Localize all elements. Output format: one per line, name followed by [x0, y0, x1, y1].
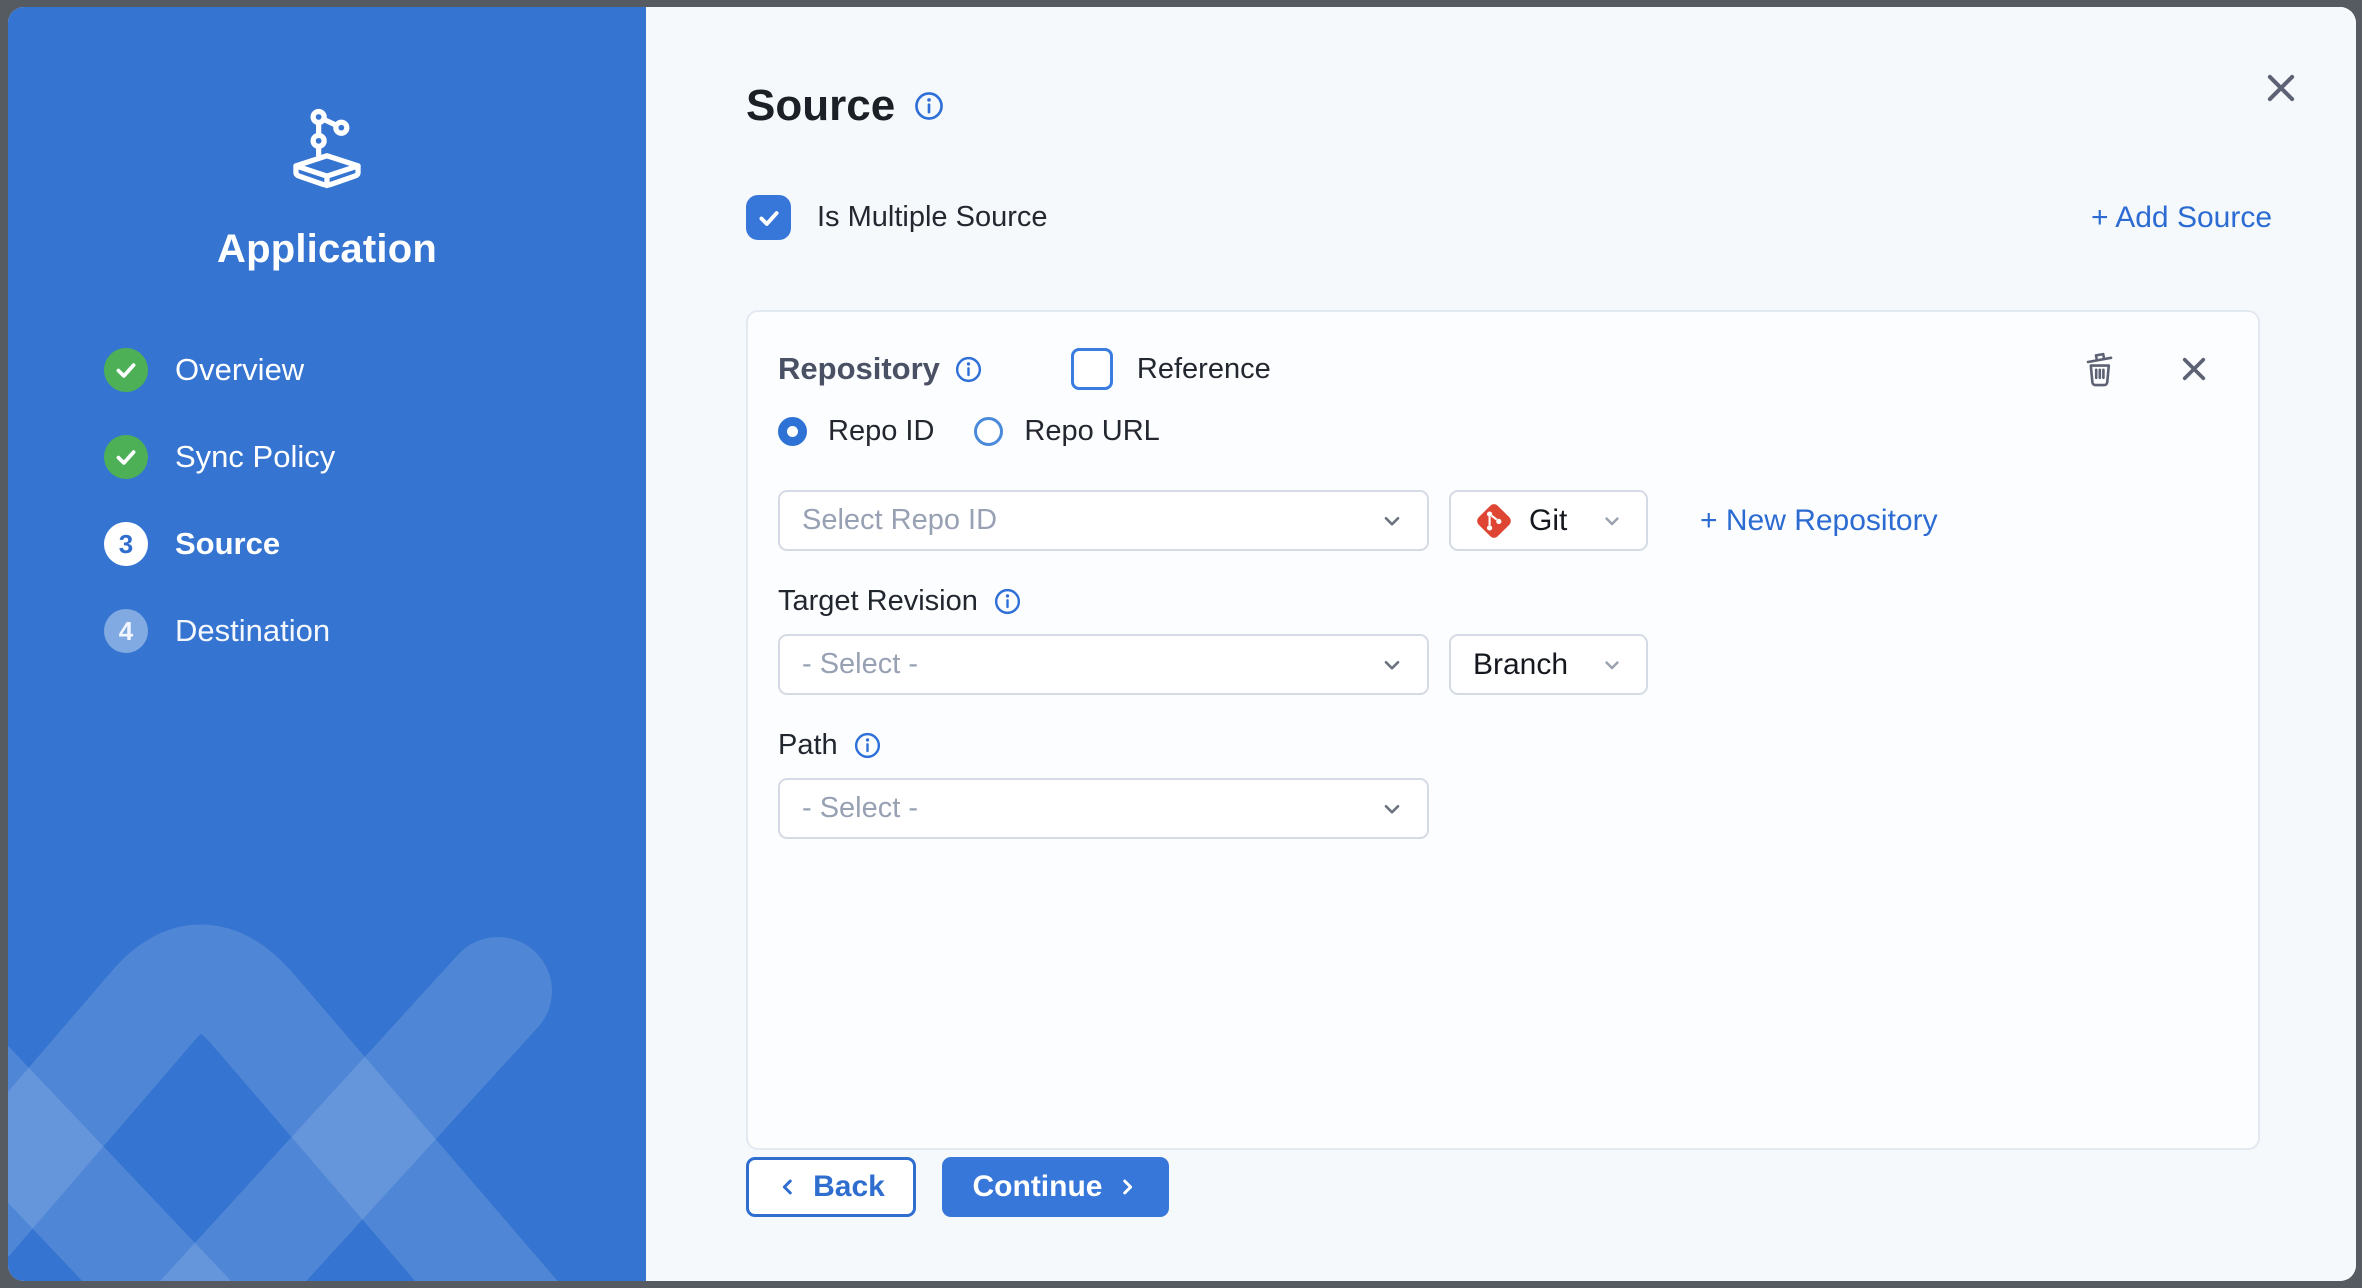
delete-source-trash-icon[interactable]: [2080, 348, 2120, 390]
repo-id-select[interactable]: Select Repo ID: [778, 490, 1429, 551]
back-button[interactable]: Back: [746, 1157, 916, 1217]
chevron-down-icon: [1379, 796, 1405, 822]
application-wizard-modal: Application Overview Sync Policy: [8, 7, 2356, 1281]
step-sync-policy[interactable]: Sync Policy: [104, 435, 646, 479]
source-step-panel: Source Is Multiple Source + Add Source: [646, 7, 2356, 1281]
chevron-down-icon: [1600, 509, 1624, 533]
application-logo-icon: [274, 105, 380, 191]
is-multiple-source-checkbox[interactable]: [746, 195, 791, 240]
step-label: Source: [175, 526, 280, 562]
new-repository-link[interactable]: + New Repository: [1700, 504, 1938, 538]
repo-type-select[interactable]: Git: [1449, 490, 1648, 551]
step-label: Sync Policy: [175, 439, 335, 475]
revision-type-select[interactable]: Branch: [1449, 634, 1648, 695]
page-title: Source: [746, 81, 895, 131]
step-destination[interactable]: 4 Destination: [104, 609, 646, 653]
close-modal-icon[interactable]: [2262, 69, 2300, 107]
step-number-badge: 4: [104, 609, 148, 653]
repo-id-radio[interactable]: [778, 417, 807, 446]
info-icon[interactable]: [853, 731, 882, 760]
reference-label: Reference: [1137, 353, 1271, 386]
step-number-badge: 3: [104, 522, 148, 566]
target-revision-label: Target Revision: [778, 585, 978, 618]
info-icon[interactable]: [954, 355, 983, 384]
revision-type-value: Branch: [1473, 648, 1568, 682]
dimmed-backdrop: Application Overview Sync Policy: [0, 0, 2362, 1288]
repository-card: Repository Reference: [746, 310, 2260, 1150]
wizard-sidebar: Application Overview Sync Policy: [8, 7, 646, 1281]
brand-watermark: [8, 661, 646, 1281]
wizard-steps: Overview Sync Policy 3 Source 4 D: [8, 348, 646, 653]
repo-id-radio-label: Repo ID: [828, 415, 934, 448]
target-revision-placeholder: - Select -: [802, 648, 918, 681]
reference-checkbox[interactable]: [1071, 348, 1113, 390]
remove-source-close-icon[interactable]: [2178, 353, 2210, 385]
continue-button[interactable]: Continue: [942, 1157, 1169, 1217]
repo-url-radio-label: Repo URL: [1024, 415, 1159, 448]
path-label: Path: [778, 729, 838, 762]
path-select[interactable]: - Select -: [778, 778, 1429, 839]
info-icon[interactable]: [993, 587, 1022, 616]
repo-id-select-placeholder: Select Repo ID: [802, 504, 997, 537]
chevron-down-icon: [1379, 652, 1405, 678]
step-overview[interactable]: Overview: [104, 348, 646, 392]
back-button-label: Back: [813, 1170, 885, 1204]
add-source-link[interactable]: + Add Source: [2091, 201, 2272, 235]
repository-card-title: Repository: [778, 351, 940, 387]
chevron-down-icon: [1600, 653, 1624, 677]
step-source[interactable]: 3 Source: [104, 522, 646, 566]
git-icon: [1473, 500, 1515, 542]
continue-button-label: Continue: [973, 1170, 1103, 1204]
step-label: Overview: [175, 352, 304, 388]
path-placeholder: - Select -: [802, 792, 918, 825]
chevron-down-icon: [1379, 508, 1405, 534]
repo-type-value: Git: [1529, 504, 1567, 538]
wizard-title: Application: [217, 227, 437, 272]
chevron-left-icon: [777, 1176, 799, 1198]
step-label: Destination: [175, 613, 330, 649]
chevron-right-icon: [1116, 1176, 1138, 1198]
target-revision-select[interactable]: - Select -: [778, 634, 1429, 695]
info-icon[interactable]: [913, 90, 945, 122]
step-done-check-icon: [104, 435, 148, 479]
is-multiple-source-label: Is Multiple Source: [817, 201, 1048, 234]
step-done-check-icon: [104, 348, 148, 392]
repo-url-radio[interactable]: [974, 417, 1003, 446]
